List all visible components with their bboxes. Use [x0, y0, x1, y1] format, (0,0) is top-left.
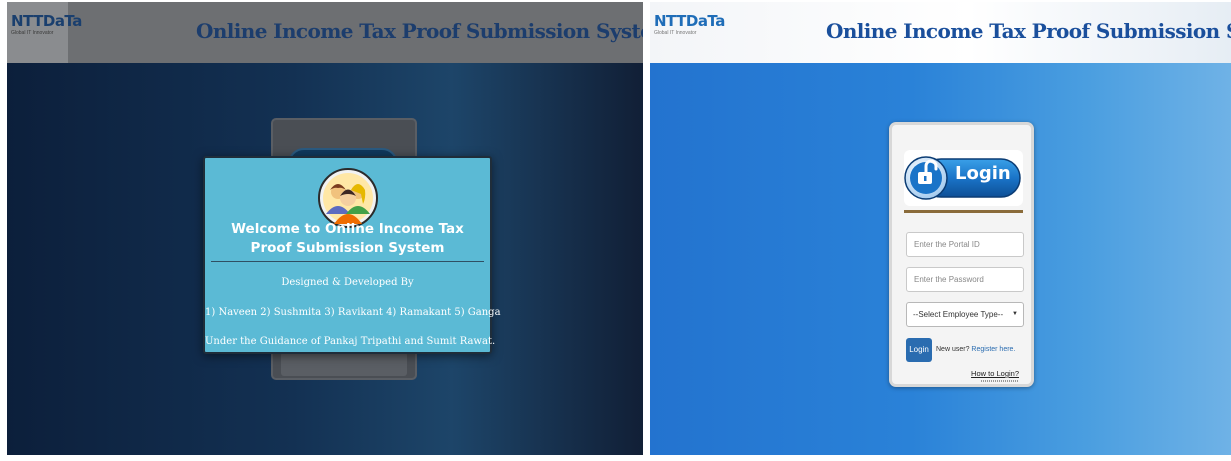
users-group-icon: [318, 168, 378, 228]
password-input[interactable]: Enter the Password: [906, 267, 1024, 292]
header-bar: NTTDaTa Global IT Innovator Online Incom…: [650, 2, 1231, 63]
portal-id-input[interactable]: Enter the Portal ID: [906, 232, 1024, 257]
how-to-login-link[interactable]: How to Login?: [971, 369, 1019, 378]
designed-by-text: Designed & Developed By: [281, 277, 414, 288]
modal-divider: [211, 261, 484, 262]
login-card: Login Enter the Portal ID Enter the Pass…: [889, 122, 1034, 387]
logo-brand: NTTDaTa: [11, 12, 82, 30]
developers-text: 1) Naveen 2) Sushmita 3) Ravikant 4) Ram…: [205, 307, 501, 318]
banner-divider: [904, 210, 1023, 213]
employee-type-selected-value: --Select Employee Type--: [913, 310, 1004, 319]
new-user-text: New user?: [936, 346, 970, 353]
register-link[interactable]: Register here.: [971, 346, 1015, 353]
welcome-screen: NTTDaTa Global IT Innovator Online Incom…: [7, 2, 643, 455]
login-banner-label: Login: [955, 163, 1011, 184]
employee-type-select[interactable]: --Select Employee Type-- ▼: [906, 302, 1024, 327]
page-title: Online Income Tax Proof Submission Syste…: [826, 19, 1231, 43]
guidance-text: Under the Guidance of Pankaj Tripathi an…: [205, 336, 496, 347]
modal-title: Welcome to Online Income Tax Proof Submi…: [231, 221, 464, 256]
login-footer-behind-overlay: [281, 352, 407, 376]
ntt-data-logo: NTTDaTa Global IT Innovator: [7, 2, 82, 63]
login-screen: NTTDaTa Global IT Innovator Online Incom…: [650, 2, 1231, 455]
new-user-prompt: New user? Register here.: [936, 346, 1015, 353]
dropdown-arrow-icon: ▼: [1012, 311, 1018, 317]
welcome-modal[interactable]: Welcome to Online Income Tax Proof Submi…: [203, 156, 501, 354]
ntt-data-logo: NTTDaTa Global IT Innovator: [654, 12, 725, 47]
logo-tagline: Global IT Innovator: [654, 30, 697, 36]
how-to-login-underline: [981, 380, 1019, 382]
login-button[interactable]: Login: [906, 338, 932, 362]
header-bar: NTTDaTa Global IT Innovator Online Incom…: [7, 2, 643, 63]
logo-brand: NTTDaTa: [654, 12, 725, 30]
page-title: Online Income Tax Proof Submission Syste…: [196, 19, 643, 43]
logo-tagline: Global IT Innovator: [11, 30, 54, 36]
